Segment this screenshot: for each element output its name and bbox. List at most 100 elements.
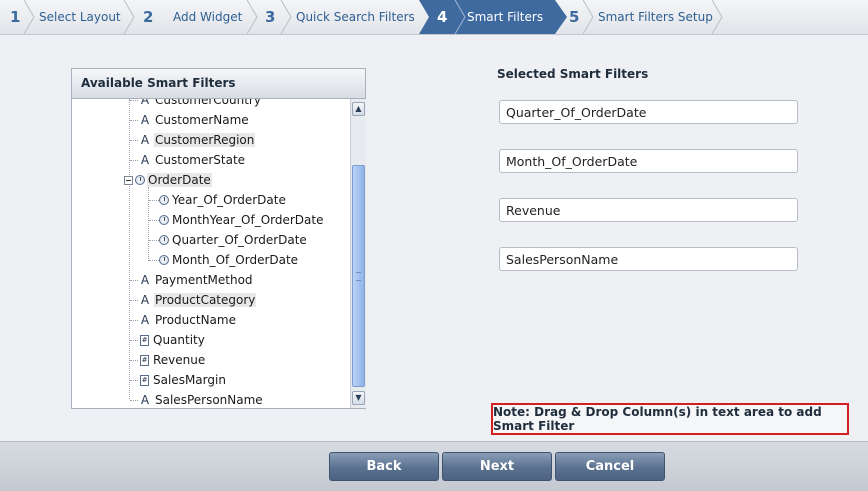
tree-item-label: CustomerRegion (154, 133, 256, 147)
text-a-icon: A (140, 153, 150, 167)
tree-item-label: ProductName (155, 313, 236, 327)
tree-item[interactable]: A CustomerName (130, 111, 250, 129)
tree-branch (130, 320, 138, 321)
next-button[interactable]: Next (442, 452, 552, 481)
collapse-icon[interactable] (124, 175, 133, 185)
text-a-icon: A (140, 313, 150, 327)
tree-item[interactable]: Year_Of_OrderDate (149, 191, 287, 209)
available-smart-filters-panel: Available Smart Filters A CustomerCountr… (71, 68, 366, 409)
tree-item-label: SalesMargin (153, 373, 226, 387)
step-3-label-wrap[interactable]: Quick Search Filters (296, 0, 415, 34)
step-2-label-wrap[interactable]: Add Widget (173, 0, 242, 34)
tree-item-label: ProductCategory (154, 293, 257, 307)
tree-scrollbar[interactable]: ▲ ▼ (350, 99, 366, 408)
step-3[interactable]: 3 (265, 0, 287, 34)
scroll-up-icon[interactable]: ▲ (352, 102, 365, 116)
number-icon: # (140, 374, 149, 386)
tree-item-label: Quantity (153, 333, 205, 347)
grip-icon (356, 272, 361, 281)
step-number: 4 (437, 8, 448, 26)
tree-item-label: CustomerCountry (155, 99, 261, 107)
step-4[interactable]: 4 (437, 0, 459, 34)
tree-item[interactable]: # Revenue (130, 351, 206, 369)
clock-icon (159, 255, 169, 265)
tree-item[interactable]: A ProductCategory (130, 291, 257, 309)
tree-item[interactable]: A SalesPersonName (130, 391, 264, 408)
tree-item-label: Month_Of_OrderDate (172, 253, 299, 267)
number-icon: # (140, 334, 149, 346)
tree-branch (130, 120, 138, 121)
cancel-button[interactable]: Cancel (555, 452, 665, 481)
tree-item-label: MonthYear_Of_OrderDate (172, 213, 324, 227)
step-5-label-wrap[interactable]: Smart Filters Setup (598, 0, 713, 34)
clock-icon (159, 235, 169, 245)
tree-branch (130, 160, 138, 161)
number-icon: # (140, 354, 149, 366)
tree-branch (130, 340, 138, 341)
tree-item[interactable]: A ProductName (130, 311, 237, 329)
step-label: Select Layout (39, 10, 121, 24)
step-4-label-wrap[interactable]: Smart Filters (467, 0, 543, 34)
tree-branch (130, 100, 138, 101)
text-a-icon: A (140, 273, 150, 287)
tree-item[interactable]: A CustomerCountry (130, 99, 262, 109)
tree-branch (130, 300, 138, 301)
scroll-thumb[interactable] (352, 165, 365, 387)
step-number: 1 (10, 8, 21, 26)
tree-item-label: CustomerName (155, 113, 249, 127)
tree-item[interactable]: A CustomerRegion (130, 131, 256, 149)
step-1-label-wrap[interactable]: Select Layout (39, 0, 121, 34)
panel-title: Available Smart Filters (72, 69, 365, 99)
text-a-icon: A (140, 293, 150, 307)
step-label: Quick Search Filters (296, 10, 415, 24)
scroll-down-icon[interactable]: ▼ (352, 391, 365, 405)
wizard-step-bar: 1 Select Layout 2 Add Widget 3 Quick Sea… (0, 0, 868, 35)
tree-item-label: PaymentMethod (155, 273, 253, 287)
tree-item-label: CustomerState (155, 153, 246, 167)
tree-item[interactable]: A CustomerState (130, 151, 246, 169)
selected-filter-field[interactable] (499, 247, 798, 271)
back-button[interactable]: Back (329, 452, 439, 481)
tree-item-label: SalesPersonName (155, 393, 263, 407)
tree-branch (130, 140, 138, 141)
tree-item[interactable]: MonthYear_Of_OrderDate (149, 211, 324, 229)
step-number: 2 (143, 8, 154, 26)
tree-item[interactable]: # Quantity (130, 331, 206, 349)
tree-branch (130, 360, 138, 361)
tree-branch (149, 200, 159, 201)
footer-bar: Back Next Cancel (0, 441, 868, 491)
tree-branch (149, 260, 159, 261)
tree-item-label: Revenue (153, 353, 206, 367)
step-label: Smart Filters (467, 10, 544, 24)
step-2[interactable]: 2 (143, 0, 165, 34)
step-1[interactable]: 1 (10, 0, 32, 34)
tree-branch (130, 280, 138, 281)
tree-item-label: OrderDate (147, 173, 212, 187)
selected-filter-field[interactable] (499, 149, 798, 173)
text-a-icon: A (140, 113, 150, 127)
selected-filter-field[interactable] (499, 100, 798, 124)
drag-drop-note: Note: Drag & Drop Column(s) in text area… (491, 403, 849, 435)
step-number: 3 (265, 8, 276, 26)
tree-item-label: Year_Of_OrderDate (172, 193, 286, 207)
tree-branch (130, 400, 138, 401)
tree-item[interactable]: Quarter_Of_OrderDate (149, 231, 308, 249)
selected-filters-title: Selected Smart Filters (497, 67, 649, 81)
text-a-icon: A (140, 133, 150, 147)
tree-branch (130, 380, 138, 381)
tree-item[interactable]: # SalesMargin (130, 371, 227, 389)
tree-item[interactable]: A PaymentMethod (130, 271, 254, 289)
clock-icon (135, 175, 145, 185)
selected-filter-field[interactable] (499, 198, 798, 222)
step-5[interactable]: 5 (569, 0, 591, 34)
tree-item[interactable]: Month_Of_OrderDate (149, 251, 299, 269)
tree-branch (149, 240, 159, 241)
step-separators (23, 0, 723, 34)
clock-icon (159, 195, 169, 205)
step-label: Add Widget (173, 10, 243, 24)
filter-tree[interactable]: A CustomerCountry A CustomerName A Custo… (72, 99, 350, 408)
step-label: Smart Filters Setup (598, 10, 713, 24)
step-number: 5 (569, 8, 580, 26)
text-a-icon: A (140, 393, 150, 407)
tree-item-orderdate[interactable]: OrderDate (124, 171, 212, 189)
